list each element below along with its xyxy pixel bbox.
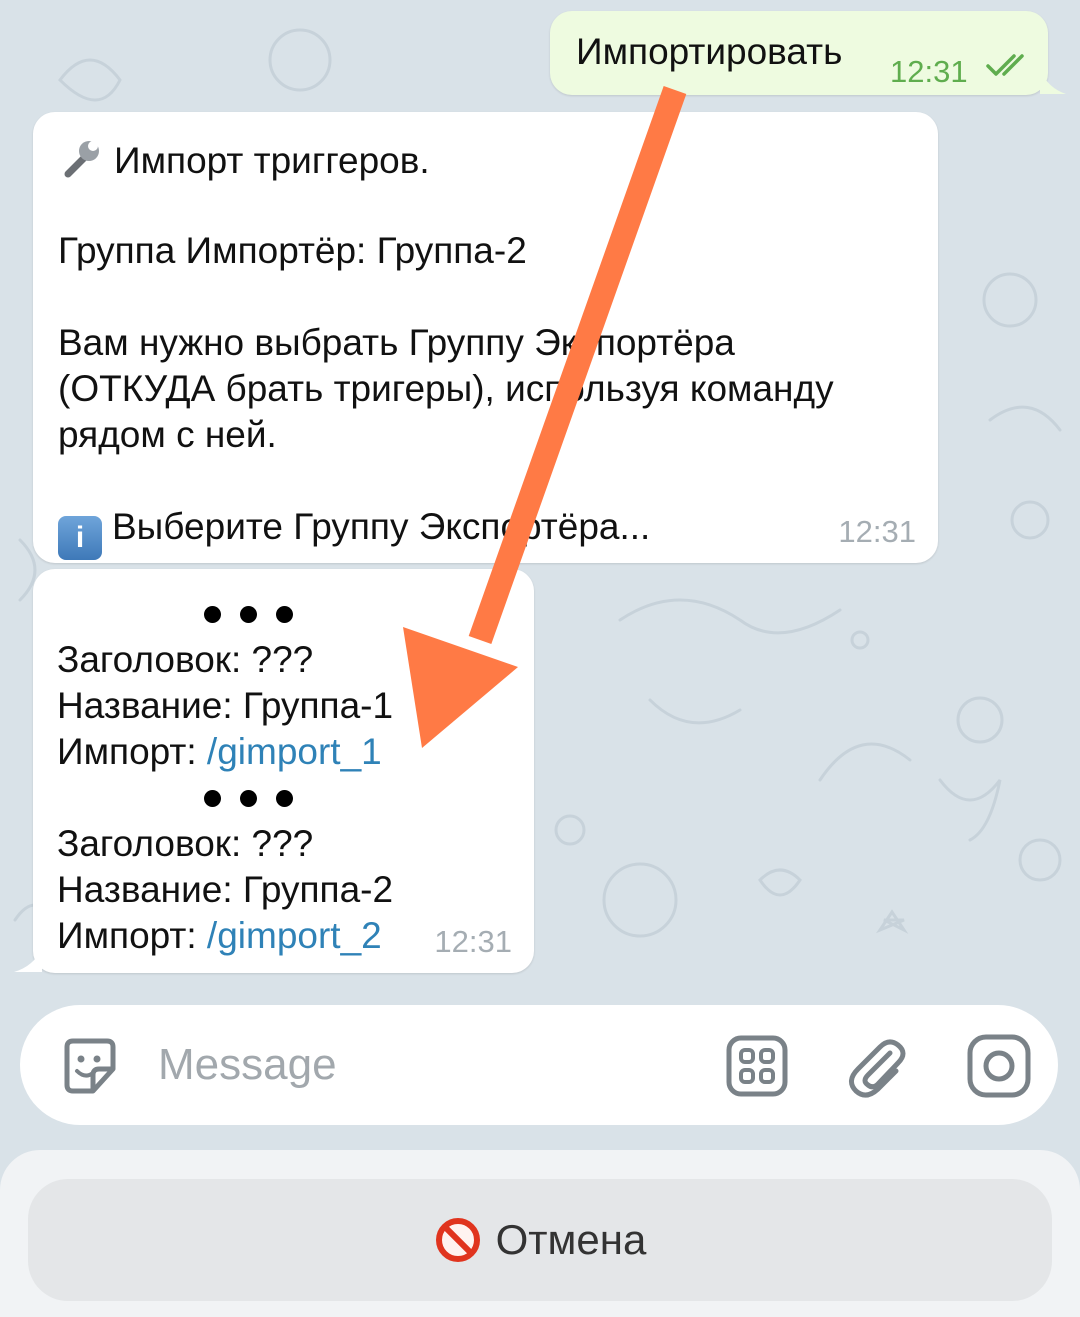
reply-keyboard: Отмена (0, 1150, 1080, 1317)
instruction-line: Вам нужно выбрать Группу Экспортёра (58, 322, 735, 363)
cancel-button[interactable]: Отмена (28, 1179, 1052, 1301)
group-header-label: Заголовок: ??? (57, 823, 314, 864)
import-prefix: Импорт: (57, 731, 207, 772)
outgoing-bubble-tail (1040, 70, 1066, 94)
importer-group-line: Группа Импортёр: Группа-2 (58, 230, 527, 271)
cancel-button-label: Отмена (495, 1216, 647, 1263)
attach-icon[interactable] (846, 1033, 912, 1099)
group-header-label: Заголовок: ??? (57, 639, 314, 680)
group-name-label: Название: Группа-2 (57, 869, 394, 910)
outgoing-message-time: 12:31 (890, 54, 968, 89)
instruction-line: рядом с ней. (58, 414, 277, 455)
import-command-link[interactable]: /gimport_1 (207, 731, 382, 772)
outgoing-message[interactable]: Импортировать 12:31 (550, 11, 1048, 95)
double-check-icon (986, 54, 1024, 76)
message-composer[interactable]: Message (20, 1005, 1058, 1125)
info-text: Выберите Группу Экспортёра... (112, 506, 651, 547)
group-name-label: Название: Группа-1 (57, 685, 394, 726)
prohibited-icon (435, 1218, 480, 1262)
separator-dots (57, 775, 534, 821)
incoming-message-import-info[interactable]: Импорт триггеров. Группа Импортёр: Групп… (33, 112, 938, 563)
sticker-icon[interactable] (57, 1033, 123, 1099)
message-input[interactable]: Message (158, 1039, 337, 1091)
incoming-bubble-tail (14, 948, 42, 972)
info-line: i Выберите Группу Экспортёра... (58, 504, 912, 560)
group-import-line: Импорт: /gimport_1 (57, 729, 534, 775)
import-command-link[interactable]: /gimport_2 (207, 915, 382, 956)
bot-menu-icon[interactable] (724, 1033, 790, 1099)
separator-dots (57, 591, 534, 637)
info-icon: i (58, 516, 102, 560)
message-time: 12:31 (434, 924, 512, 959)
message-title-line: Импорт триггеров. (58, 136, 912, 182)
import-prefix: Импорт: (57, 915, 207, 956)
message-title: Импорт триггеров. (114, 140, 430, 181)
incoming-message-group-list[interactable]: Заголовок: ??? Название: Группа-1 Импорт… (33, 569, 534, 973)
wrench-icon (64, 141, 99, 178)
camera-icon[interactable] (966, 1033, 1032, 1099)
instruction-line: (ОТКУДА брать тригеры), используя команд… (58, 368, 834, 409)
outgoing-message-text: Импортировать (576, 31, 843, 72)
message-time: 12:31 (838, 514, 916, 549)
